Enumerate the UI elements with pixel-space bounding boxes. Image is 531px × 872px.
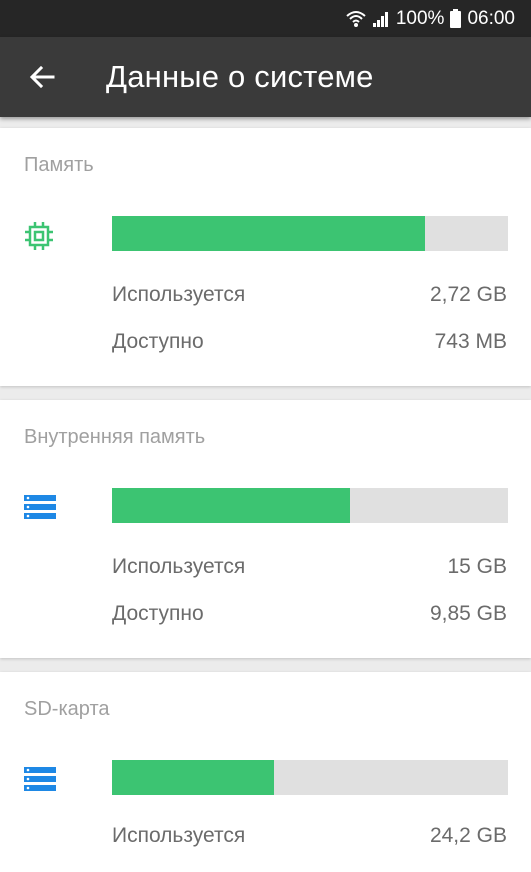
available-label: Доступно [112,330,204,353]
wifi-icon [346,10,366,28]
used-label: Используется [112,283,246,306]
internal-storage-card: Внутренняя память Используется 15 GB Дос… [0,400,531,658]
usage-bar [112,216,508,251]
usage-bar [112,760,508,795]
clock: 06:00 [467,7,515,29]
card-title: Память [24,154,94,176]
signal-icon [372,10,390,28]
storage-icon [24,495,56,524]
used-value: 2,72 GB [429,283,507,306]
storage-icon [24,767,56,796]
used-label: Используется [112,824,246,847]
usage-bar [112,488,508,523]
usage-bar-fill [112,216,425,251]
used-value: 15 GB [447,555,507,578]
battery-icon [450,9,462,28]
chip-icon [24,221,54,256]
used-label: Используется [112,555,246,578]
usage-bar-fill [112,760,275,795]
card-title: Внутренняя память [24,426,206,448]
status-bar: 100% 06:00 [0,0,531,37]
used-value: 24,2 GB [429,824,507,847]
available-value: 9,85 GB [429,602,507,625]
app-bar: Данные о системе [0,37,531,117]
page-title: Данные о системе [106,59,374,94]
available-label: Доступно [112,602,204,625]
arrow-back-icon [29,66,55,88]
available-value: 743 MB [434,330,507,353]
ram-card: Память Используется 2,72 GB Доступно 743… [0,128,531,386]
card-title: SD-карта [24,698,110,720]
usage-bar-fill [112,488,350,523]
sd-card-card: SD-карта Используется 24,2 GB [0,672,531,872]
battery-percent: 100% [395,7,445,29]
back-button[interactable] [22,57,62,97]
